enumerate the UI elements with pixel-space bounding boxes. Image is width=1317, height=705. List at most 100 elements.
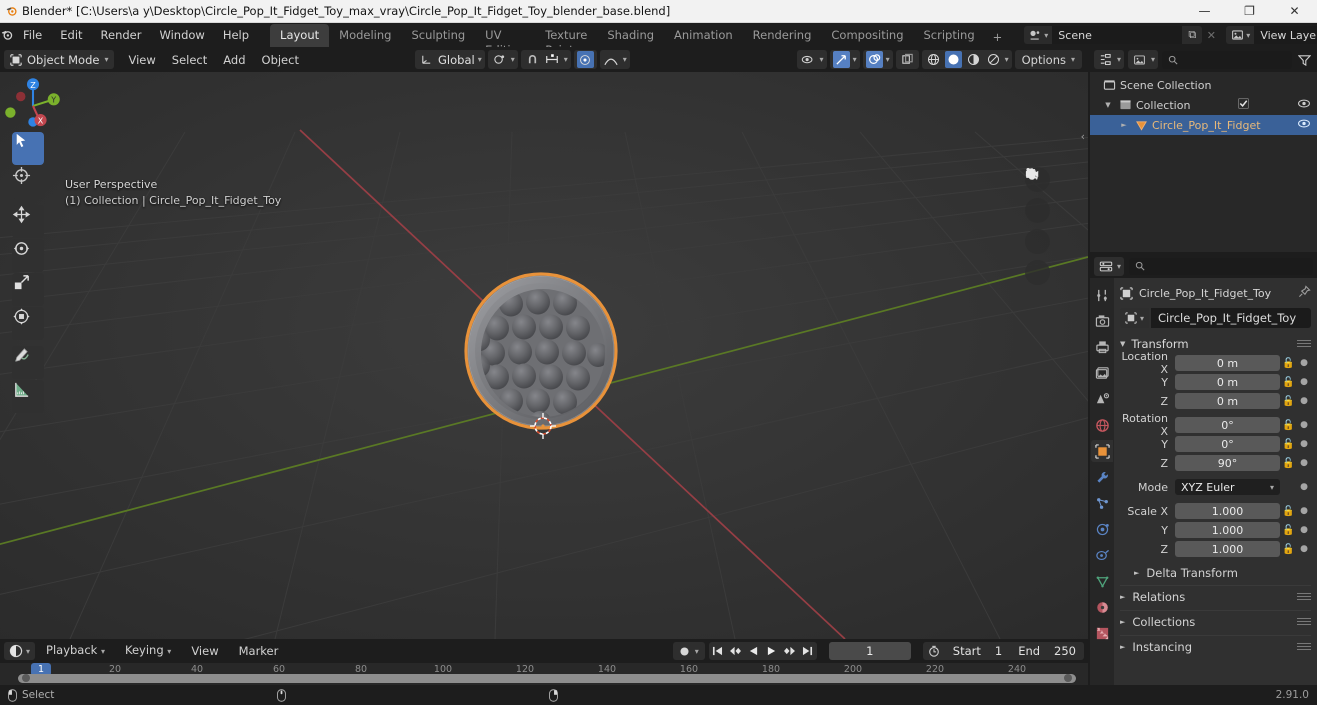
transform-orientation-dropdown[interactable]: Global ▾ bbox=[415, 50, 485, 69]
gizmo-toggle-group[interactable]: ▾ bbox=[829, 50, 860, 69]
properties-tab-render[interactable] bbox=[1091, 310, 1113, 332]
outliner-row-scene-collection[interactable]: Scene Collection bbox=[1090, 75, 1317, 95]
lock-icon[interactable]: 🔓 bbox=[1280, 420, 1297, 431]
tab-animation[interactable]: Animation bbox=[664, 24, 743, 47]
properties-tab-physics[interactable] bbox=[1091, 518, 1113, 540]
scene-name-field[interactable]: Scene bbox=[1052, 26, 1183, 44]
tab-shading[interactable]: Shading bbox=[597, 24, 664, 47]
view-layer-name-field[interactable]: View Layer bbox=[1254, 26, 1317, 44]
relations-panel[interactable]: ► Relations bbox=[1120, 585, 1311, 608]
jump-to-start-button[interactable] bbox=[709, 642, 727, 660]
proportional-edit-icon[interactable] bbox=[576, 51, 594, 68]
annotate-tool[interactable] bbox=[12, 346, 44, 379]
animate-dot-icon[interactable]: ● bbox=[1297, 482, 1311, 492]
tab-rendering[interactable]: Rendering bbox=[743, 24, 822, 47]
view-layer-browse-icon[interactable]: ▾ bbox=[1226, 26, 1255, 44]
lock-icon[interactable]: 🔓 bbox=[1280, 544, 1297, 555]
lock-icon[interactable]: 🔓 bbox=[1280, 358, 1297, 369]
properties-tab-modifiers[interactable] bbox=[1091, 466, 1113, 488]
rendered-shading-icon[interactable] bbox=[985, 51, 1002, 68]
expand-triangle-icon[interactable]: ► bbox=[1134, 569, 1139, 577]
tab-uv-editing[interactable]: UV Editing bbox=[475, 24, 535, 57]
camera-view-icon[interactable] bbox=[1025, 167, 1050, 254]
proportional-editing-group[interactable] bbox=[573, 50, 597, 69]
animate-dot-icon[interactable]: ● bbox=[1297, 420, 1311, 430]
wireframe-shading-icon[interactable] bbox=[925, 51, 942, 68]
viewport-3d[interactable]: Object Mode ▾ View Select Add Object Glo… bbox=[0, 47, 1088, 639]
play-button[interactable] bbox=[763, 642, 781, 660]
snap-increment-icon[interactable] bbox=[544, 51, 561, 68]
expand-triangle-icon[interactable]: ► bbox=[1118, 121, 1130, 129]
outliner-row-collection[interactable]: ▼ Collection bbox=[1090, 95, 1317, 115]
menu-help[interactable]: Help bbox=[214, 25, 258, 45]
collection-checkbox[interactable] bbox=[1238, 98, 1250, 112]
lock-icon[interactable]: 🔓 bbox=[1280, 458, 1297, 469]
scene-browse-icon[interactable]: ▾ bbox=[1024, 26, 1053, 44]
viewport-menu-select[interactable]: Select bbox=[164, 50, 215, 70]
current-frame-field[interactable]: 1 bbox=[828, 642, 911, 660]
lock-icon[interactable]: 🔓 bbox=[1280, 396, 1297, 407]
viewport-menu-object[interactable]: Object bbox=[254, 50, 307, 70]
outliner-row-object[interactable]: ► Circle_Pop_It_Fidget bbox=[1090, 115, 1317, 135]
rotation-z-field[interactable]: 90° bbox=[1175, 455, 1280, 471]
solid-shading-icon[interactable] bbox=[944, 51, 962, 68]
tab-texture-paint[interactable]: Texture Paint bbox=[535, 24, 597, 57]
navigation-gizmo[interactable]: Z Y X bbox=[0, 72, 66, 138]
scale-x-field[interactable]: 1.000 bbox=[1175, 503, 1280, 519]
pivot-point-dropdown[interactable]: ▾ bbox=[487, 50, 518, 69]
properties-editor-type-dropdown[interactable]: ▾ bbox=[1094, 256, 1125, 276]
properties-tab-scene[interactable] bbox=[1091, 388, 1113, 410]
jump-next-keyframe-button[interactable] bbox=[781, 642, 799, 660]
jump-prev-keyframe-button[interactable] bbox=[727, 642, 745, 660]
object-type-dropdown[interactable]: ▾ bbox=[1120, 308, 1150, 328]
viewport-options-dropdown[interactable]: Options ▾ bbox=[1014, 50, 1082, 69]
menu-edit[interactable]: Edit bbox=[51, 25, 91, 45]
animate-dot-icon[interactable]: ● bbox=[1297, 377, 1311, 387]
visibility-dropdown[interactable]: ▾ bbox=[796, 50, 827, 69]
expand-triangle-icon[interactable]: ▼ bbox=[1102, 101, 1114, 109]
shading-mode-group[interactable]: ▾ bbox=[921, 50, 1012, 69]
tab-sculpting[interactable]: Sculpting bbox=[401, 24, 475, 47]
properties-tab-particles[interactable] bbox=[1091, 492, 1113, 514]
expand-triangle-icon[interactable]: ► bbox=[1120, 618, 1125, 626]
magnet-icon[interactable] bbox=[524, 51, 541, 68]
material-preview-shading-icon[interactable] bbox=[965, 51, 982, 68]
instancing-panel[interactable]: ► Instancing bbox=[1120, 635, 1311, 658]
jump-to-end-button[interactable] bbox=[799, 642, 817, 660]
lock-icon[interactable]: 🔓 bbox=[1280, 377, 1297, 388]
properties-tab-tool[interactable] bbox=[1091, 284, 1113, 306]
object-mode-dropdown[interactable]: Object Mode ▾ bbox=[4, 50, 115, 69]
viewport-menu-view[interactable]: View bbox=[120, 50, 163, 70]
properties-tab-material[interactable] bbox=[1091, 596, 1113, 618]
xray-toggle[interactable] bbox=[895, 50, 919, 69]
timeline-menu-marker[interactable]: Marker bbox=[230, 641, 288, 661]
rotate-tool[interactable] bbox=[12, 239, 44, 272]
timeline-editor[interactable]: ▾ Playback ▾ Keying ▾ View Marker ▾ 1 St… bbox=[0, 639, 1088, 685]
animate-dot-icon[interactable]: ● bbox=[1297, 525, 1311, 535]
overlays-toggle-group[interactable]: ▾ bbox=[862, 50, 893, 69]
rotation-x-field[interactable]: 0° bbox=[1175, 417, 1280, 433]
animate-dot-icon[interactable]: ● bbox=[1297, 506, 1311, 516]
toggle-xray-icon[interactable] bbox=[899, 51, 916, 68]
tab-scripting[interactable]: Scripting bbox=[914, 24, 985, 47]
tab-layout[interactable]: Layout bbox=[270, 24, 330, 47]
timeline-horizontal-scrollbar[interactable] bbox=[0, 673, 1088, 683]
lock-icon[interactable]: 🔓 bbox=[1280, 439, 1297, 450]
filter-icon[interactable] bbox=[1296, 51, 1313, 68]
lock-icon[interactable]: 🔓 bbox=[1280, 506, 1297, 517]
start-frame-field[interactable]: Start 1 bbox=[945, 642, 1010, 660]
tab-modeling[interactable]: Modeling bbox=[329, 24, 401, 47]
properties-tab-world[interactable] bbox=[1091, 414, 1113, 436]
maximize-button[interactable]: ❐ bbox=[1227, 0, 1272, 23]
tab-compositing[interactable]: Compositing bbox=[821, 24, 913, 47]
animate-dot-icon[interactable]: ● bbox=[1297, 358, 1311, 368]
properties-tab-data[interactable] bbox=[1091, 570, 1113, 592]
properties-tab-constraints[interactable] bbox=[1091, 544, 1113, 566]
pin-icon[interactable] bbox=[1298, 285, 1311, 301]
properties-tab-object[interactable] bbox=[1091, 440, 1113, 462]
animate-dot-icon[interactable]: ● bbox=[1297, 544, 1311, 554]
falloff-dropdown[interactable]: ▾ bbox=[599, 50, 630, 69]
menu-window[interactable]: Window bbox=[150, 25, 213, 45]
delta-transform-panel[interactable]: ► Delta Transform bbox=[1120, 562, 1311, 583]
transform-tool[interactable] bbox=[12, 307, 44, 340]
